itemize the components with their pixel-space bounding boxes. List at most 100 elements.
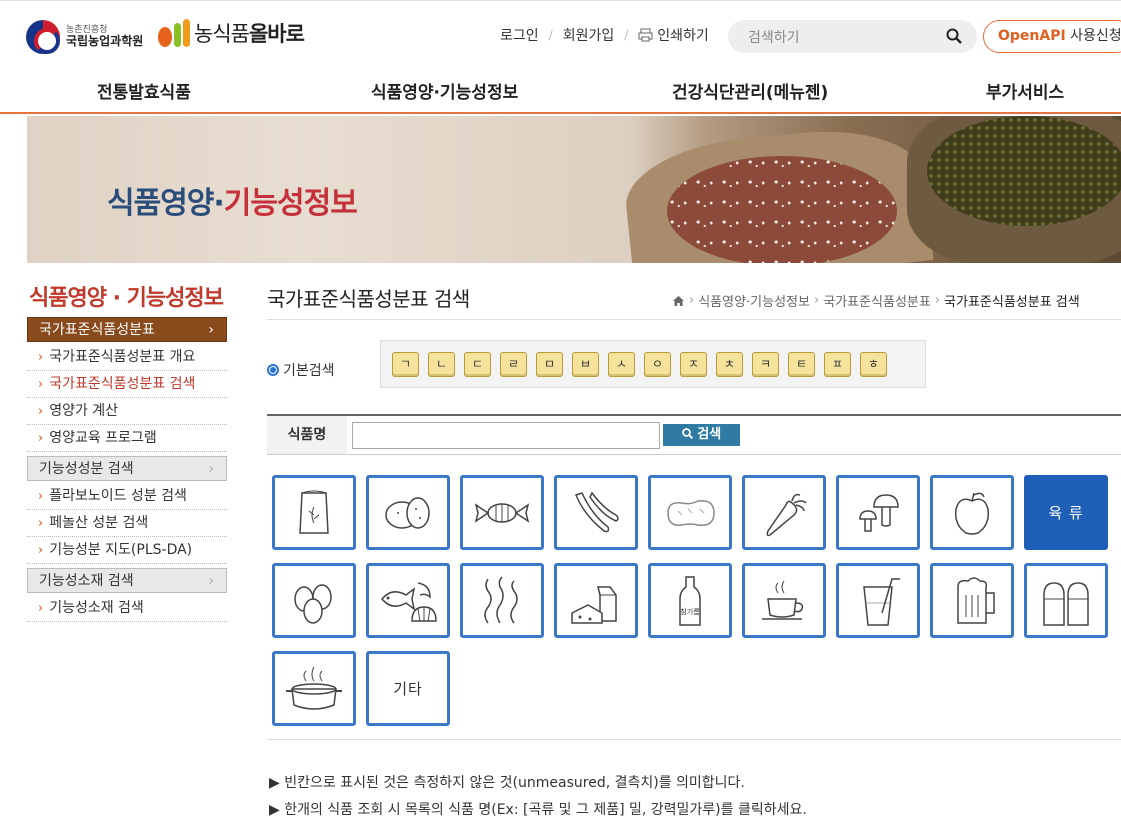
sidebar-item-nutrition-calc[interactable]: 영양가 계산 (27, 398, 227, 425)
search-button[interactable]: 검색 (663, 424, 740, 446)
global-search (728, 20, 977, 53)
consonant-button[interactable]: ㅎ (860, 351, 887, 377)
eggs-icon (294, 583, 332, 624)
home-icon[interactable] (672, 295, 685, 307)
consonant-button[interactable]: ㅊ (716, 351, 743, 377)
consonant-button[interactable]: ㅍ (824, 351, 851, 377)
category-meat[interactable]: 육 류 (1024, 475, 1108, 550)
food-name-input[interactable] (352, 422, 660, 449)
sidebar-item-education[interactable]: 영양교육 프로그램 (27, 425, 227, 452)
consonant-button[interactable]: ㄱ (392, 351, 419, 377)
consonant-button[interactable]: ㄹ (500, 351, 527, 377)
category-mushroom[interactable] (836, 475, 920, 550)
nav-item-additional-services[interactable]: 부가서비스 (986, 78, 1064, 103)
oil-bottle-label: 참기름 (680, 607, 700, 616)
nav-item-nutrition-info[interactable]: 식품영양·기능성정보 (371, 78, 518, 103)
seaweed-icon (484, 575, 518, 623)
basic-search-option[interactable]: 기본검색 (267, 360, 335, 380)
consonant-button[interactable]: ㅂ (572, 351, 599, 377)
print-link[interactable]: 인쇄하기 (638, 25, 709, 45)
category-fruit[interactable] (930, 475, 1014, 550)
category-vegetable[interactable] (742, 475, 826, 550)
category-alcohol[interactable] (836, 563, 920, 638)
category-sugar[interactable] (460, 475, 544, 550)
basic-search-radio[interactable] (267, 364, 279, 376)
category-legume[interactable] (554, 475, 638, 550)
consonant-button[interactable]: ㅌ (788, 351, 815, 377)
util-links: 로그인 / 회원가입 / 인쇄하기 (500, 25, 709, 45)
login-link[interactable]: 로그인 (500, 25, 539, 45)
consonant-button[interactable]: ㅈ (680, 351, 707, 377)
sidebar-menu: 국가표준식품성분표› 국가표준식품성분표 개요 국가표준식품성분표 검색 영양가… (27, 317, 227, 622)
consonant-button[interactable]: ㅁ (536, 351, 563, 377)
potato-icon (385, 496, 430, 529)
category-dairy[interactable] (554, 563, 638, 638)
breadcrumb-current: 국가표준식품성분표 검색 (944, 295, 1080, 310)
print-label: 인쇄하기 (657, 28, 709, 44)
apple-icon (954, 492, 990, 535)
note-line: ▶ 빈칸으로 표시된 것은 측정하지 않은 것(unmeasured, 결측치)… (269, 775, 745, 791)
main-nav: 전통발효식품 식품영양·기능성정보 건강식단관리(메뉴젠) 부가서비스 (0, 66, 1121, 114)
top-header: 농촌진흥청 국립농업과학원 농식품올바로 로그인 / 회원가입 / 인쇄하기 O… (0, 0, 1121, 66)
mushroom-icon (859, 493, 899, 532)
nav-item-diet-management[interactable]: 건강식단관리(메뉴젠) (672, 78, 828, 103)
consonant-button[interactable]: ㄷ (464, 351, 491, 377)
bean-pod-icon (575, 491, 619, 532)
banner-title: 식품영양·기능성정보 (107, 186, 358, 221)
sidebar-item-pls-da[interactable]: 기능성분 지도(PLS-DA) (27, 537, 227, 564)
chevron-right-icon: › (208, 461, 214, 477)
sidebar-group-functional-components[interactable]: 기능성성분 검색 › (27, 456, 227, 481)
site-logo[interactable]: 농식품올바로 (158, 18, 305, 48)
search-icon[interactable] (946, 28, 962, 44)
page-banner: 식품영양·기능성정보 (27, 116, 1121, 263)
food-search-form: 식품명 검색 (267, 414, 1121, 455)
beer-mug-icon (957, 576, 995, 624)
breadcrumb-item[interactable]: 국가표준식품성분표 (823, 291, 931, 310)
title-divider (267, 319, 1121, 320)
sidebar-title: 식품영양 · 기능성정보 (29, 286, 224, 311)
category-grain[interactable] (272, 475, 356, 550)
consonant-button[interactable]: ㅅ (608, 351, 635, 377)
sidebar-item-phenolic-acid[interactable]: 페놀산 성분 검색 (27, 510, 227, 537)
breadcrumb-item[interactable]: 식품영양·기능성정보 (698, 291, 810, 310)
util-separator: / (548, 28, 553, 42)
signup-link[interactable]: 회원가입 (563, 25, 615, 45)
category-other[interactable]: 기타 (366, 651, 450, 726)
sidebar-item-material-search[interactable]: 기능성소재 검색 (27, 595, 227, 622)
util-separator: / (624, 28, 629, 42)
category-oil[interactable]: 참기름 (648, 563, 732, 638)
category-processed-food[interactable] (272, 651, 356, 726)
global-search-input[interactable] (728, 20, 928, 53)
consonant-button[interactable]: ㄴ (428, 351, 455, 377)
category-seaweed[interactable] (460, 563, 544, 638)
chevron-right-icon: › (208, 573, 214, 589)
category-nut[interactable] (648, 475, 732, 550)
org-name-label: 국립농업과학원 (66, 34, 144, 49)
chevron-right-icon: › (208, 322, 214, 338)
rda-logo[interactable]: 농촌진흥청 국립농업과학원 (26, 20, 143, 54)
category-other-label: 기타 (393, 680, 423, 698)
consonant-button[interactable]: ㅋ (752, 351, 779, 377)
glass-straw-icon (863, 577, 900, 626)
sidebar-group-food-composition[interactable]: 국가표준식품성분표 › (27, 317, 227, 342)
banner-beans-image (667, 156, 897, 263)
milk-cheese-icon (571, 585, 617, 624)
teacup-icon (762, 580, 804, 620)
category-potato[interactable] (366, 475, 450, 550)
sidebar-item-overview[interactable]: 국가표준식품성분표 개요 (27, 344, 227, 371)
salt-pepper-icon (1043, 581, 1089, 626)
banner-grain-image (927, 116, 1121, 226)
category-egg[interactable] (272, 563, 356, 638)
site-name: 농식품올바로 (194, 22, 305, 46)
sidebar-group-functional-materials[interactable]: 기능성소재 검색 › (27, 568, 227, 593)
search-icon (681, 428, 693, 440)
sidebar-item-composition-search[interactable]: 국가표준식품성분표 검색 (27, 371, 227, 398)
category-seafood[interactable] (366, 563, 450, 638)
nav-item-fermented-food[interactable]: 전통발효식품 (97, 78, 191, 103)
category-beverage[interactable] (742, 563, 826, 638)
consonant-button[interactable]: ㅇ (644, 351, 671, 377)
sidebar-item-flavonoid[interactable]: 플라보노이드 성분 검색 (27, 483, 227, 510)
category-seasoning[interactable] (930, 563, 1014, 638)
category-condiment[interactable] (1024, 563, 1108, 638)
openapi-apply-button[interactable]: OpenAPI 사용신청 (983, 20, 1121, 53)
